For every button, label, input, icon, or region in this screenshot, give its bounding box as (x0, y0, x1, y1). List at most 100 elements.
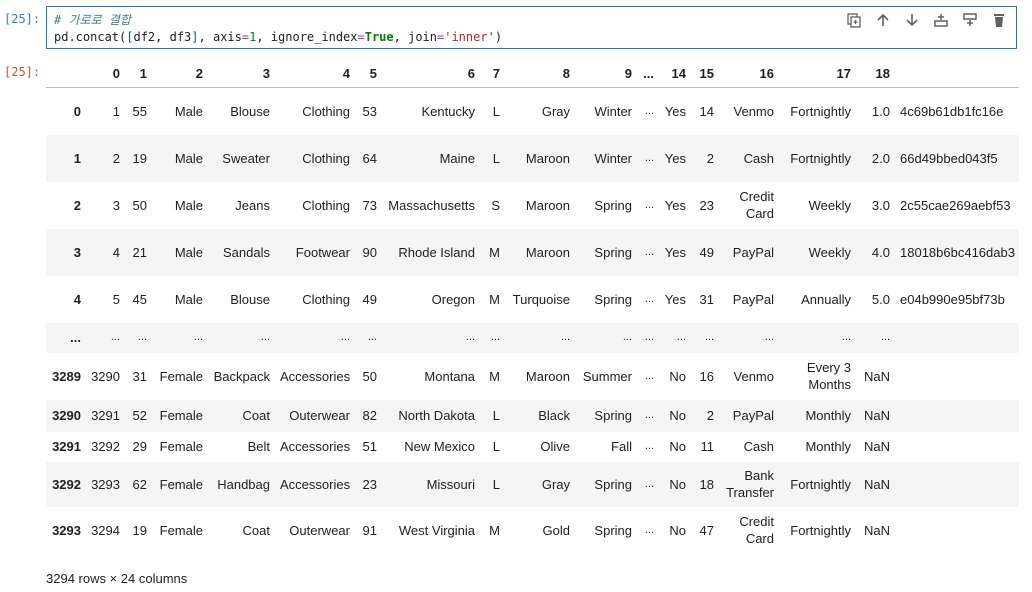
table-cell: ... (704, 331, 714, 343)
table-cell: Female (159, 439, 203, 454)
code-token: pd.concat( (54, 30, 127, 44)
dataframe-table: 0 1 2 3 4 5 6 7 8 9... 14 15 16 17 18 0 1 55 Male Blouse Cl… (46, 60, 1019, 554)
table-cell: Spring (594, 476, 632, 492)
table-cell: 2 (706, 408, 714, 423)
table-cell: Spring (594, 522, 632, 538)
table-cell (895, 462, 1019, 507)
column-header (46, 60, 86, 88)
table-cell: Maroon (525, 368, 570, 384)
table-cell: 18 (699, 476, 714, 492)
table-cell: 50 (362, 368, 377, 384)
table-cell: Clothing (302, 197, 350, 213)
table-cell: Kentucky (421, 103, 475, 119)
delete-icon[interactable] (990, 11, 1008, 29)
table-cell: Clothing (302, 291, 350, 307)
table-cell: Coat (242, 408, 270, 423)
cell-toolbar (845, 11, 1008, 29)
table-cell: Male (174, 150, 203, 166)
column-header: ... (637, 60, 659, 88)
code-text[interactable]: # 가로로 결합 pd.concat([df2, df3], axis=1, i… (54, 12, 502, 46)
table-cell: NaN (863, 522, 890, 538)
table-cell: Coat (242, 522, 270, 538)
dataframe-output: 0 1 2 3 4 5 6 7 8 9... 14 15 16 17 18 0 1 55 Male Blouse Cl… (46, 60, 1019, 556)
table-cell: Outerwear (289, 408, 350, 423)
table-row: 3293 3294 19 Female Coat Outerwear 91 West Virg… (46, 507, 1019, 554)
table-cell: 91 (362, 522, 377, 538)
table-cell: ... (644, 369, 654, 382)
table-cell: ... (340, 331, 350, 343)
table-cell: Fortnightly (790, 476, 851, 492)
table-cell: Massachusetts (388, 197, 475, 213)
row-index: 1 (73, 150, 81, 166)
table-cell: Oregon (431, 291, 475, 307)
table-cell: Handbag (217, 476, 270, 492)
table-cell: L (492, 476, 500, 492)
table-cell: ... (644, 523, 654, 536)
code-token: 'inner' (444, 30, 495, 44)
table-cell: No (669, 368, 686, 384)
table-cell: PayPal (732, 244, 774, 260)
table-cell: Sweater (222, 150, 270, 166)
table-cell: ... (260, 331, 270, 343)
table-cell: Venmo (733, 103, 774, 119)
table-cell: 2 (112, 150, 120, 166)
table-row: 4 5 45 Male Blouse Clothing 49 Oregon M Turquoise… (46, 276, 1019, 323)
table-cell: 23 (699, 197, 714, 213)
move-up-icon[interactable] (874, 11, 892, 29)
insert-above-icon[interactable] (932, 11, 950, 29)
table-header-row: 0 1 2 3 4 5 6 7 8 9... 14 15 16 17 18 (46, 60, 1019, 88)
table-cell: ... (644, 151, 654, 164)
duplicate-cell-icon[interactable] (845, 11, 863, 29)
table-cell: 3290 (91, 368, 120, 384)
table-cell: M (489, 368, 500, 384)
dataframe-shape: 3294 rows × 24 columns (46, 571, 188, 586)
row-index: ... (70, 330, 81, 345)
table-cell: ... (676, 331, 686, 343)
table-cell: 49 (362, 291, 377, 307)
table-cell (895, 507, 1019, 554)
table-cell: No (669, 439, 686, 454)
table-cell: 64 (362, 150, 377, 166)
table-cell: NaN (863, 439, 890, 454)
table-cell: Cash (743, 439, 774, 454)
column-header: 9 (575, 60, 637, 88)
column-header: 0 (86, 60, 125, 88)
insert-below-icon[interactable] (961, 11, 979, 29)
table-cell: M (489, 244, 500, 260)
table-cell: Footwear (295, 244, 350, 260)
table-cell: 16 (699, 368, 714, 384)
table-cell: Backpack (213, 368, 270, 384)
table-cell: Maroon (525, 244, 570, 260)
row-index: 0 (73, 103, 81, 119)
table-cell: Maroon (525, 197, 570, 213)
code-comment: # 가로로 결합 (54, 13, 131, 27)
table-cell: 52 (132, 408, 147, 423)
row-index: 3 (73, 244, 81, 260)
code-token: df2, df3 (133, 30, 192, 44)
table-cell: North Dakota (398, 408, 475, 423)
table-cell: 4 (112, 244, 120, 260)
table-cell: Venmo (733, 368, 774, 384)
table-cell: ... (880, 331, 890, 343)
table-cell: Blouse (230, 103, 270, 119)
move-down-icon[interactable] (903, 11, 921, 29)
table-cell: PayPal (732, 408, 774, 423)
code-token: , ignore_index (256, 30, 358, 44)
table-cell: Fortnightly (790, 103, 851, 119)
table-cell: Accessories (280, 368, 351, 384)
table-cell: 3292 (91, 439, 120, 454)
table-cell: Accessories (280, 439, 351, 454)
table-row: 3289 3290 31 Female Backpack Accessories 50 Mon… (46, 353, 1019, 400)
table-cell: ... (367, 331, 377, 343)
table-cell: Fall (611, 439, 632, 454)
table-cell: 21 (132, 244, 147, 260)
row-index: 3292 (52, 476, 81, 492)
column-header: 2 (152, 60, 208, 88)
table-cell: Winter (594, 150, 632, 166)
table-cell: 82 (362, 408, 377, 423)
table-cell: ... (193, 331, 203, 343)
row-index: 3290 (52, 408, 81, 423)
table-cell: L (492, 408, 500, 423)
table-cell: S (491, 197, 500, 213)
code-cell-editor[interactable]: # 가로로 결합 pd.concat([df2, df3], axis=1, i… (46, 6, 1017, 49)
